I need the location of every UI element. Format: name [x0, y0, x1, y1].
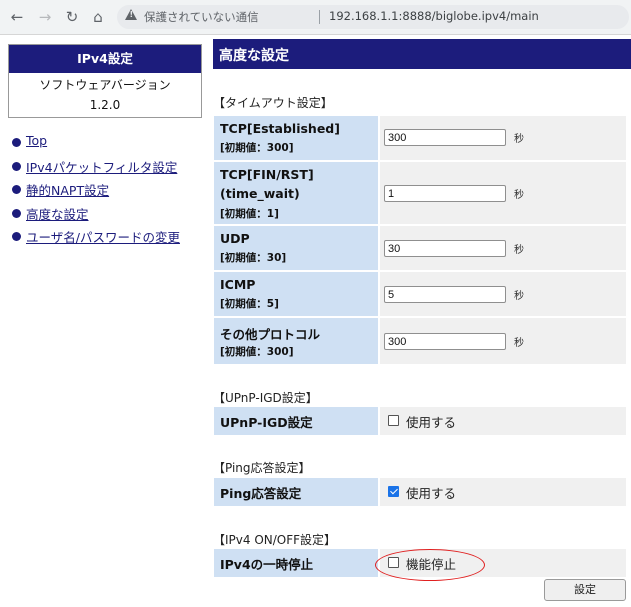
row-value-cell: 秒 [380, 318, 626, 364]
ping-heading: 【Ping応答設定】 [213, 461, 311, 475]
row-value-cell: 秒 [380, 226, 626, 270]
url-text[interactable]: 192.168.1.1:8888/biglobe.ipv4/main [329, 9, 539, 23]
main-header: 高度な設定 [213, 39, 631, 69]
forward-icon[interactable]: → [36, 8, 54, 26]
row-value-cell: 秒 [380, 116, 626, 160]
submit-button[interactable]: 設定 [544, 579, 626, 601]
row-default: [初期値：300] [220, 346, 294, 358]
row-default: [初期値：300] [220, 142, 294, 154]
row-default: [初期値：1] [220, 208, 279, 220]
row-value-cell: 秒 [380, 272, 626, 316]
bullet-icon [12, 138, 21, 147]
row-label: UPnP-IGD設定 [220, 415, 313, 430]
page-title: 高度な設定 [219, 48, 289, 64]
bullet-icon [12, 161, 21, 171]
upnp-row: UPnP-IGD設定 使用する [214, 407, 626, 435]
row-label: TCP[Established] [220, 121, 340, 136]
row-label: ICMP [220, 277, 256, 292]
row-label-cell: Ping応答設定 [214, 478, 378, 506]
reload-icon[interactable]: ↻ [63, 8, 81, 26]
row-label-cell: TCP[Established] [初期値：300] [214, 116, 378, 160]
row-label: その他プロトコル [220, 327, 321, 342]
home-icon[interactable]: ⌂ [89, 8, 107, 26]
bullet-icon [12, 208, 21, 218]
row-label-cell: その他プロトコル [初期値：300] [214, 318, 378, 364]
timeout-row-tcp-established: TCP[Established] [初期値：300] 秒 [214, 116, 626, 160]
nav-link-advanced[interactable]: 高度な設定 [26, 204, 89, 223]
ping-row: Ping応答設定 使用する [214, 478, 626, 506]
bullet-icon [12, 232, 21, 241]
row-label: Ping応答設定 [220, 486, 302, 501]
unit-label: 秒 [514, 190, 524, 201]
bullet-icon [12, 185, 21, 194]
timeout-row-icmp: ICMP [初期値：5] 秒 [214, 272, 626, 316]
timeout-row-other: その他プロトコル [初期値：300] 秒 [214, 318, 626, 364]
nav-link-top[interactable]: Top [26, 133, 47, 148]
row-value-cell: 使用する [380, 478, 626, 506]
row-value-cell: 秒 [380, 162, 626, 224]
udp-input[interactable] [384, 240, 506, 257]
other-protocol-input[interactable] [384, 333, 506, 350]
row-value-cell: 使用する [380, 407, 626, 435]
nav-link-static-napt[interactable]: 静的NAPT設定 [26, 180, 109, 199]
row-label: UDP [220, 231, 250, 246]
version-label: ソフトウェアバージョン [39, 78, 171, 92]
sidebar-title: IPv4設定 [9, 45, 201, 73]
row-label-cell: TCP[FIN/RST] (time_wait) [初期値：1] [214, 162, 378, 224]
row-label: TCP[FIN/RST] [220, 167, 314, 182]
tcp-fin-input[interactable] [384, 185, 506, 202]
version-box: IPv4設定 ソフトウェアバージョン 1.2.0 [8, 44, 202, 118]
upnp-heading: 【UPnP-IGD設定】 [213, 391, 318, 405]
ping-checkbox[interactable] [388, 486, 399, 497]
row-label-line2: (time_wait) [220, 186, 300, 201]
upnp-checkbox[interactable] [388, 415, 399, 426]
upnp-option-label[interactable]: 使用する [406, 412, 456, 431]
timeout-heading: 【タイムアウト設定】 [213, 96, 333, 110]
row-label-cell: UDP [初期値：30] [214, 226, 378, 270]
row-label: IPv4の一時停止 [220, 557, 314, 572]
icmp-input[interactable] [384, 286, 506, 303]
version-number: 1.2.0 [89, 98, 121, 112]
insecure-label: 保護されていない通信 [144, 10, 259, 24]
address-divider [319, 10, 320, 24]
ping-option-label[interactable]: 使用する [406, 483, 456, 502]
row-label-cell: IPv4の一時停止 [214, 549, 378, 577]
annotation-circle [375, 549, 485, 581]
unit-label: 秒 [514, 245, 524, 256]
timeout-row-tcp-fin: TCP[FIN/RST] (time_wait) [初期値：1] 秒 [214, 162, 626, 224]
row-default: [初期値：5] [220, 298, 279, 310]
row-label-cell: ICMP [初期値：5] [214, 272, 378, 316]
tcp-established-input[interactable] [384, 129, 506, 146]
row-default: [初期値：30] [220, 252, 287, 264]
unit-label: 秒 [514, 338, 524, 349]
warning-icon [125, 9, 137, 20]
unit-label: 秒 [514, 291, 524, 302]
timeout-row-udp: UDP [初期値：30] 秒 [214, 226, 626, 270]
row-label-cell: UPnP-IGD設定 [214, 407, 378, 435]
browser-toolbar: ← → ↻ ⌂ 保護されていない通信 192.168.1.1:8888/bigl… [0, 0, 631, 35]
unit-label: 秒 [514, 134, 524, 145]
ipv4-heading: 【IPv4 ON/OFF設定】 [213, 533, 337, 547]
nav-link-packet-filter[interactable]: IPv4パケットフィルタ設定 [26, 157, 177, 176]
nav-link-password[interactable]: ユーザ名/パスワードの変更 [26, 227, 180, 246]
back-icon[interactable]: ← [8, 8, 26, 26]
address-bar[interactable]: 保護されていない通信 192.168.1.1:8888/biglobe.ipv4… [117, 5, 629, 29]
